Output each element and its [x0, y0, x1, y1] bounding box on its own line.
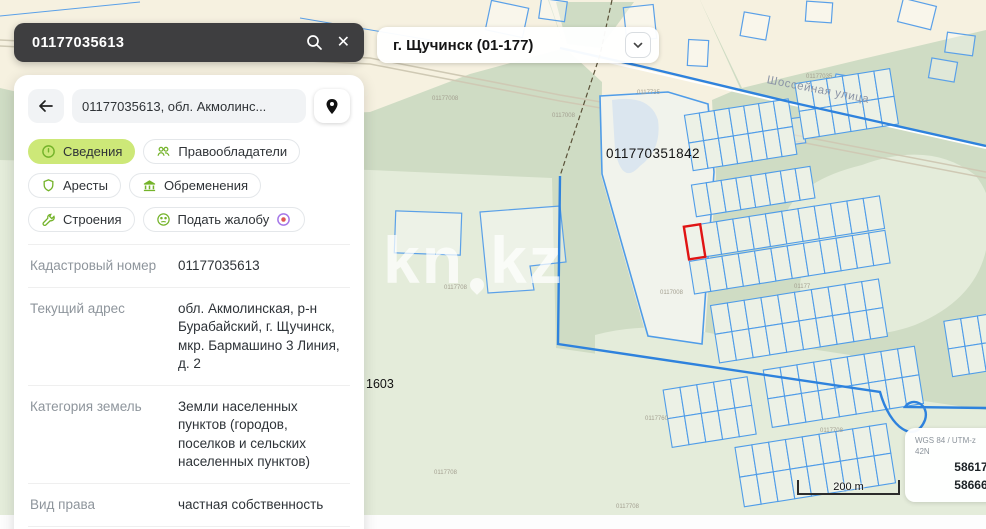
address-input[interactable] [72, 89, 306, 123]
tab-stroeniya[interactable]: Строения [28, 207, 135, 232]
detail-value: обл. Акмолинская, р-н Бурабайский, г. Щу… [178, 300, 348, 373]
tab-svedeniya[interactable]: Сведения [28, 139, 135, 164]
tiny-parcel-label: 0117708 [820, 428, 843, 434]
tab-pravoobladateli[interactable]: Правообладатели [143, 139, 300, 164]
wrench-icon [41, 212, 56, 227]
map-scale-bar: 200 m [797, 480, 900, 495]
chevron-down-icon[interactable] [625, 32, 651, 58]
crs-label: WGS 84 / UTM-z [915, 436, 986, 447]
app-window: 01177008 0117735 0117008 01177035 0117708 011… [0, 0, 986, 529]
seal-icon [276, 212, 292, 228]
tiny-parcel-label: 0117708 [434, 470, 457, 476]
smiley-icon [156, 212, 171, 227]
bank-icon [142, 178, 157, 193]
crs-zone: 42N [915, 447, 986, 458]
selected-parcel[interactable] [684, 224, 705, 259]
tiny-parcel-label: 0117008 [552, 113, 575, 119]
detail-value: частная собственность [178, 496, 348, 514]
parcel-number-label-partial: 1603 [366, 377, 394, 391]
tab-podat-zhalobu[interactable]: Подать жалобу [143, 207, 306, 232]
northing-value: 5866638.0 [915, 476, 986, 494]
tab-obremeneniya[interactable]: Обременения [129, 173, 261, 198]
detail-value: Земли населенных пунктов (городов, посел… [178, 398, 348, 471]
detail-label: Текущий адрес [30, 300, 178, 373]
coordinates-box: WGS 84 / UTM-z 42N 586174.85 5866638.0 [905, 428, 986, 502]
tiny-parcel-label: 0117708 [444, 285, 467, 291]
region-selector-value: г. Щучинск (01-177) [393, 37, 533, 54]
info-panel: 01177035613 ✕ Сведения Правообладатели Аре… [14, 23, 364, 529]
parcel-card: Сведения Правообладатели Аресты Обременения… [14, 75, 364, 529]
tiny-parcel-label: 01177 [794, 284, 810, 290]
tab-label: Аресты [63, 178, 108, 193]
people-icon [156, 144, 171, 159]
tiny-parcel-label: 0117735 [637, 90, 660, 96]
detail-row: Текущий адресобл. Акмолинская, р-н Бураб… [28, 287, 350, 385]
tiny-parcel-label: 01177035 [806, 74, 832, 80]
search-bar[interactable]: 01177035613 ✕ [14, 23, 364, 62]
details-table: Кадастровый номер01177035613Текущий адре… [28, 244, 350, 529]
detail-row: Категория земельЗемли населенных пунктов… [28, 385, 350, 483]
back-button[interactable] [28, 89, 64, 123]
tab-label: Подать жалобу [178, 212, 270, 227]
tab-label: Правообладатели [178, 144, 287, 159]
tiny-parcel-label: 0117708 [616, 504, 639, 510]
tiny-parcel-label: 0117760 [645, 416, 668, 422]
search-query: 01177035613 [32, 35, 124, 51]
tab-label: Обременения [164, 178, 248, 193]
detail-row: Вид правачастная собственность [28, 483, 350, 526]
tab-label: Строения [63, 212, 122, 227]
location-pin-button[interactable] [314, 89, 350, 123]
scale-label: 200 m [833, 481, 864, 493]
region-selector[interactable]: г. Щучинск (01-177) [377, 27, 659, 63]
tiny-parcel-label: 0117008 [660, 290, 683, 296]
search-icon[interactable] [306, 34, 323, 51]
info-clock-icon [41, 144, 56, 159]
close-icon[interactable]: ✕ [337, 35, 350, 51]
tab-label: Сведения [63, 144, 122, 159]
parcel-number-label: 011770351842 [606, 146, 700, 161]
detail-label: Кадастровый номер [30, 257, 178, 275]
easting-value: 586174.85 [915, 458, 986, 476]
detail-label: Вид права [30, 496, 178, 514]
detail-label: Категория земель [30, 398, 178, 471]
tiny-parcel-label: 01177008 [432, 96, 458, 102]
tab-aresty[interactable]: Аресты [28, 173, 121, 198]
detail-row: Кадастровый номер01177035613 [28, 244, 350, 287]
detail-value: 01177035613 [178, 257, 348, 275]
shield-icon [41, 178, 56, 193]
tab-bar: Сведения Правообладатели Аресты Обременения… [28, 139, 350, 232]
